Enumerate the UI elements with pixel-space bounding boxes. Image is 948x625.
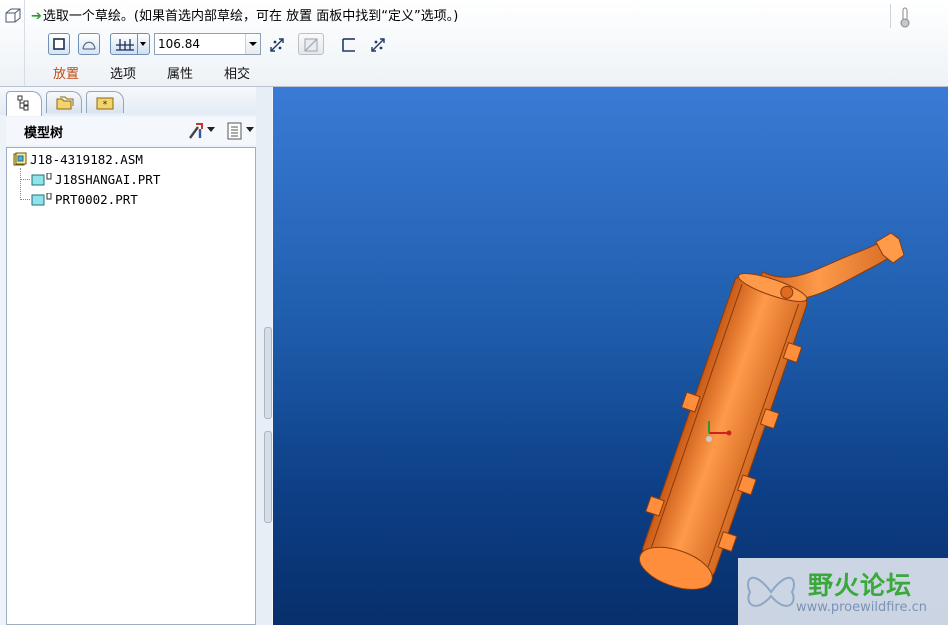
sash-handle[interactable] (264, 431, 272, 523)
feature-dashboard: ➔选取一个草绘。(如果首选内部草绘，可在 放置 面板中找到“定义”选项。) 放置… (0, 0, 948, 87)
navigator-splitter[interactable] (256, 87, 272, 625)
navigator-panel: * 模型树 J18-4319182.ASM J18SHANGAI.PRT PRT… (0, 87, 272, 625)
model-tree-title: 模型树 (24, 126, 64, 141)
show-list-icon[interactable] (225, 121, 245, 141)
navigator-tabs: * (0, 87, 272, 116)
thermometer-icon[interactable] (898, 6, 912, 28)
remove-material-button[interactable] (298, 33, 324, 55)
surface-toggle-button[interactable] (78, 33, 100, 55)
tree-guide-line (20, 168, 21, 200)
message-prompt: ➔选取一个草绘。(如果首选内部草绘，可在 放置 面板中找到“定义”选项。) (31, 5, 458, 24)
tab-favorites[interactable]: * (86, 91, 124, 113)
tab-placement[interactable]: 放置 (53, 63, 79, 82)
folder-icon (56, 96, 74, 110)
thicken-sketch-button[interactable] (337, 33, 359, 55)
chevron-down-icon[interactable] (207, 126, 215, 136)
chevron-down-icon[interactable] (245, 126, 254, 136)
tree-toolbar (186, 121, 260, 141)
part-icon (31, 193, 52, 206)
tab-model-tree[interactable] (6, 91, 42, 116)
model-tree: J18-4319182.ASM J18SHANGAI.PRT PRT0002.P… (6, 147, 256, 625)
watermark-title: 野火论坛 (808, 571, 913, 600)
favorites-icon: * (96, 97, 114, 110)
settings-tools-icon[interactable] (186, 121, 206, 141)
model-tree-header: 模型树 (6, 117, 260, 145)
watermark-url: www.proewildfire.cn (796, 600, 927, 615)
chevron-down-icon[interactable] (245, 34, 260, 54)
tree-item-label: J18-4319182.ASM (30, 152, 143, 167)
depth-value-input[interactable] (155, 34, 248, 54)
blind-depth-icon (116, 39, 134, 51)
sash-handle[interactable] (264, 327, 272, 419)
butterfly-logo-icon (747, 576, 795, 607)
prompt-text: 选取一个草绘。(如果首选内部草绘，可在 放置 面板中找到“定义”选项。) (42, 9, 459, 24)
tree-item-part[interactable]: J18SHANGAI.PRT (31, 170, 251, 190)
svg-text:*: * (103, 100, 108, 110)
depth-value-combo[interactable] (154, 33, 261, 55)
tab-properties[interactable]: 属性 (167, 63, 193, 82)
model-3d-view[interactable] (273, 87, 948, 625)
extrude-feature-icon (4, 6, 22, 24)
depth-option-button[interactable] (110, 33, 150, 55)
tree-item-assembly[interactable]: J18-4319182.ASM (11, 150, 251, 170)
tree-item-part[interactable]: PRT0002.PRT (31, 190, 251, 210)
flip-direction-button[interactable] (265, 33, 287, 55)
chevron-down-icon[interactable] (137, 34, 149, 54)
tree-guide-line (20, 179, 30, 180)
tab-folder-browser[interactable] (46, 91, 82, 113)
divider (24, 0, 25, 86)
tree-item-label: PRT0002.PRT (55, 192, 138, 207)
model-tree-icon (17, 95, 29, 111)
green-arrow-icon: ➔ (31, 9, 42, 24)
flip-material-side-button[interactable] (366, 33, 388, 55)
graphics-window[interactable] (273, 87, 948, 625)
solid-toggle-button[interactable] (48, 33, 70, 55)
assembly-icon (13, 152, 27, 166)
forum-watermark: 野火论坛 www.proewildfire.cn (738, 558, 948, 625)
tree-guide-line (20, 199, 30, 200)
divider (890, 4, 891, 28)
tab-intersect[interactable]: 相交 (224, 63, 250, 82)
tab-options[interactable]: 选项 (110, 63, 136, 82)
tree-item-label: J18SHANGAI.PRT (55, 172, 161, 187)
part-icon (31, 173, 52, 186)
